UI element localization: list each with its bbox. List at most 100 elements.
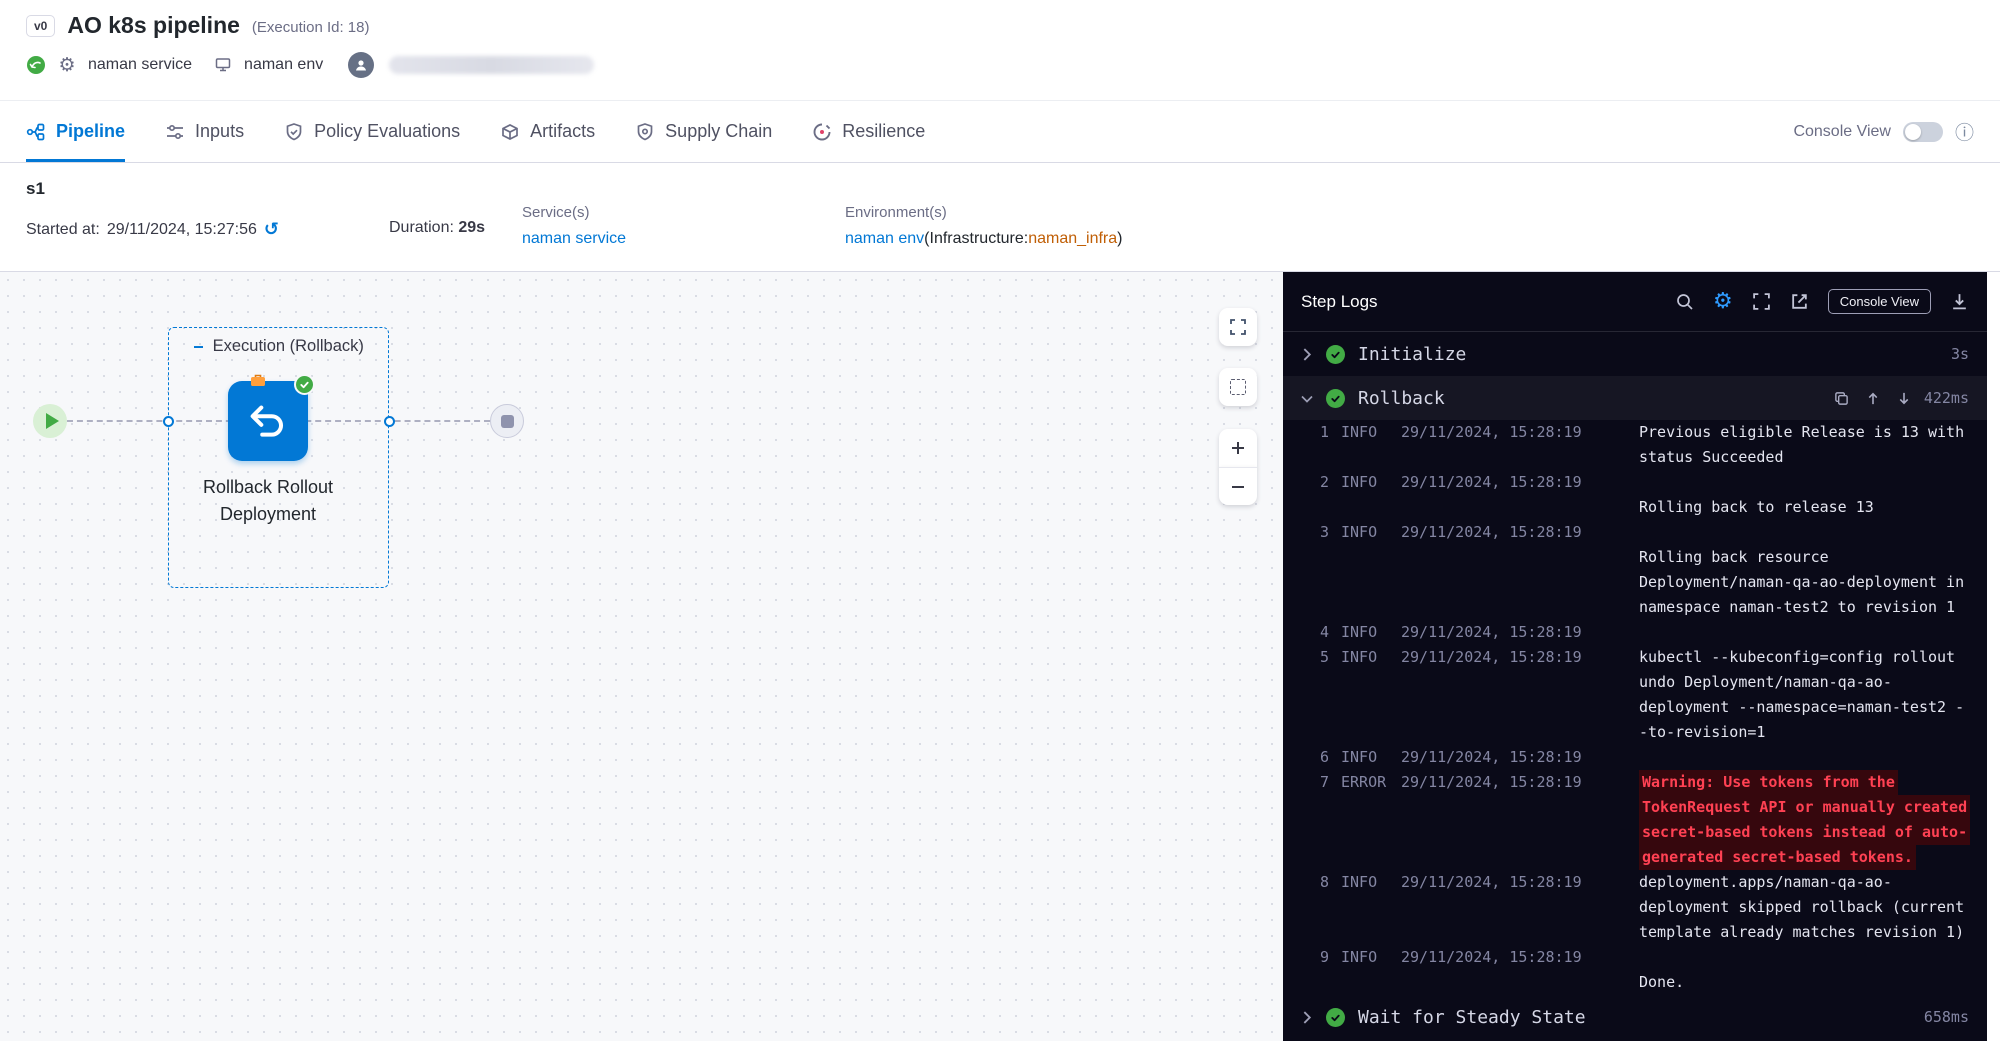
chevron-down-icon (1301, 393, 1313, 404)
title-row: v0 AO k8s pipeline (Execution Id: 18) (26, 12, 1974, 39)
log-line-number (1313, 670, 1329, 695)
log-line-number: 1 (1313, 420, 1329, 445)
tab-resilience[interactable]: Resilience (812, 101, 925, 162)
log-message: namespace naman-test2 to revision 1 (1639, 595, 1955, 620)
log-line: 4 INFO 29/11/2024, 15:28:19 (1283, 620, 1987, 645)
tab-label: Pipeline (56, 121, 125, 142)
log-timestamp: 29/11/2024, 15:28:19 (1401, 870, 1631, 895)
log-timestamp: 29/11/2024, 15:28:19 (1401, 945, 1631, 970)
log-level: INFO (1341, 520, 1393, 545)
tab-label: Policy Evaluations (314, 121, 460, 142)
log-timestamp (1401, 920, 1631, 945)
page-title: AO k8s pipeline (67, 12, 240, 39)
log-timestamp (1401, 720, 1631, 745)
scroll-to-bottom-icon[interactable] (1897, 391, 1911, 406)
log-section-rollback[interactable]: Rollback 422ms (1283, 376, 1987, 420)
log-line: 6 INFO 29/11/2024, 15:28:19 (1283, 745, 1987, 770)
log-message: Warning: Use tokens from the (1639, 770, 1898, 795)
copy-logs-icon[interactable] (1834, 391, 1849, 406)
search-icon[interactable] (1675, 292, 1694, 311)
log-level: INFO (1341, 945, 1393, 970)
log-message: Rolling back to release 13 (1639, 495, 1874, 520)
open-in-new-tab-icon[interactable] (1790, 292, 1809, 311)
stage-summary-bar: s1 Started at: 29/11/2024, 15:27:56 ↺ Du… (0, 163, 2000, 272)
log-level (1341, 545, 1393, 570)
log-panel-header: Step Logs ⚙ Console View (1283, 272, 1987, 332)
tab-supply-chain[interactable]: Supply Chain (635, 101, 772, 162)
play-icon (46, 413, 59, 429)
port-dot-right (384, 416, 395, 427)
log-level: INFO (1341, 745, 1393, 770)
log-message: Deployment/naman-qa-ao-deployment in (1639, 570, 1964, 595)
canvas-zoom-out-button[interactable] (1219, 467, 1257, 505)
log-settings-gear-icon[interactable]: ⚙ (1713, 289, 1733, 314)
supply-chain-shield-icon (635, 122, 655, 142)
log-timestamp (1401, 670, 1631, 695)
success-check-icon (1326, 1008, 1345, 1027)
log-message: secret-based tokens instead of auto- (1639, 820, 1970, 845)
tab-pipeline[interactable]: Pipeline (26, 101, 125, 162)
history-icon[interactable]: ↺ (264, 219, 279, 240)
cd-module-icon (26, 55, 46, 75)
tab-policy-evaluations[interactable]: Policy Evaluations (284, 101, 460, 162)
log-message: kubectl --kubeconfig=config rollout (1639, 645, 1955, 670)
log-level: INFO (1341, 645, 1393, 670)
collapse-group-icon[interactable]: − (193, 340, 204, 354)
canvas-zoom-in-button[interactable] (1219, 429, 1257, 467)
log-line-number (1313, 495, 1329, 520)
log-level (1341, 695, 1393, 720)
env-link[interactable]: naman env (845, 230, 924, 247)
section-duration: 658ms (1924, 1008, 1969, 1026)
log-line-number: 5 (1313, 645, 1329, 670)
port-dot-left (163, 416, 174, 427)
download-logs-icon[interactable] (1950, 292, 1969, 311)
log-line: 9 INFO 29/11/2024, 15:28:19 (1283, 945, 1987, 970)
log-message: TokenRequest API or manually created (1639, 795, 1970, 820)
log-level (1341, 895, 1393, 920)
log-line-number (1313, 895, 1329, 920)
log-timestamp: 29/11/2024, 15:28:19 (1401, 745, 1631, 770)
fullscreen-icon[interactable] (1752, 292, 1771, 311)
log-line: 5 INFO 29/11/2024, 15:28:19 kubectl --ku… (1283, 645, 1987, 670)
log-message: -to-revision=1 (1639, 720, 1765, 745)
pipeline-canvas[interactable]: − Execution (Rollback) Rollback Rollout … (0, 272, 1283, 1041)
log-section-initialize[interactable]: Initialize 3s (1283, 332, 1987, 376)
log-line-number: 3 (1313, 520, 1329, 545)
scroll-to-top-icon[interactable] (1866, 391, 1880, 406)
canvas-select-button[interactable] (1219, 368, 1257, 406)
log-line-number: 7 (1313, 770, 1329, 795)
environment-icon (213, 55, 233, 75)
log-line: 1 INFO 29/11/2024, 15:28:19 Previous eli… (1283, 420, 1987, 445)
rollback-arrow-icon (245, 398, 291, 444)
log-level: INFO (1341, 620, 1393, 645)
stage-name-block: s1 Started at: 29/11/2024, 15:27:56 ↺ (26, 179, 389, 271)
resilience-icon (812, 122, 832, 142)
tab-inputs[interactable]: Inputs (165, 101, 244, 162)
service-link[interactable]: naman service (522, 230, 845, 248)
log-level (1341, 670, 1393, 695)
tab-artifacts[interactable]: Artifacts (500, 101, 595, 162)
started-at-row: Started at: 29/11/2024, 15:27:56 ↺ (26, 219, 389, 240)
log-level: INFO (1341, 870, 1393, 895)
service-name: naman service (88, 56, 192, 74)
duration-label: Duration: (389, 219, 454, 236)
log-level (1341, 795, 1393, 820)
canvas-fit-view-button[interactable] (1219, 308, 1257, 346)
rollback-step-node[interactable] (228, 381, 308, 461)
step-logs-panel: Step Logs ⚙ Console View Ini (1283, 272, 1987, 1041)
log-line-number (1313, 845, 1329, 870)
console-view-button[interactable]: Console View (1828, 289, 1931, 314)
duration-block: Duration: 29s (389, 179, 522, 271)
log-line-number (1313, 545, 1329, 570)
log-line: 3 INFO 29/11/2024, 15:28:19 (1283, 520, 1987, 545)
log-timestamp (1401, 695, 1631, 720)
console-view-toggle[interactable] (1903, 122, 1943, 142)
log-line: deployment skipped rollback (current (1283, 895, 1987, 920)
infra-name[interactable]: naman_infra (1028, 230, 1117, 247)
log-line-number: 4 (1313, 620, 1329, 645)
log-section-wait-for-steady-state[interactable]: Wait for Steady State 658ms (1283, 995, 1987, 1039)
start-node (33, 404, 67, 438)
info-icon[interactable]: ⓘ (1955, 118, 1974, 145)
log-level (1341, 920, 1393, 945)
log-timestamp (1401, 545, 1631, 570)
